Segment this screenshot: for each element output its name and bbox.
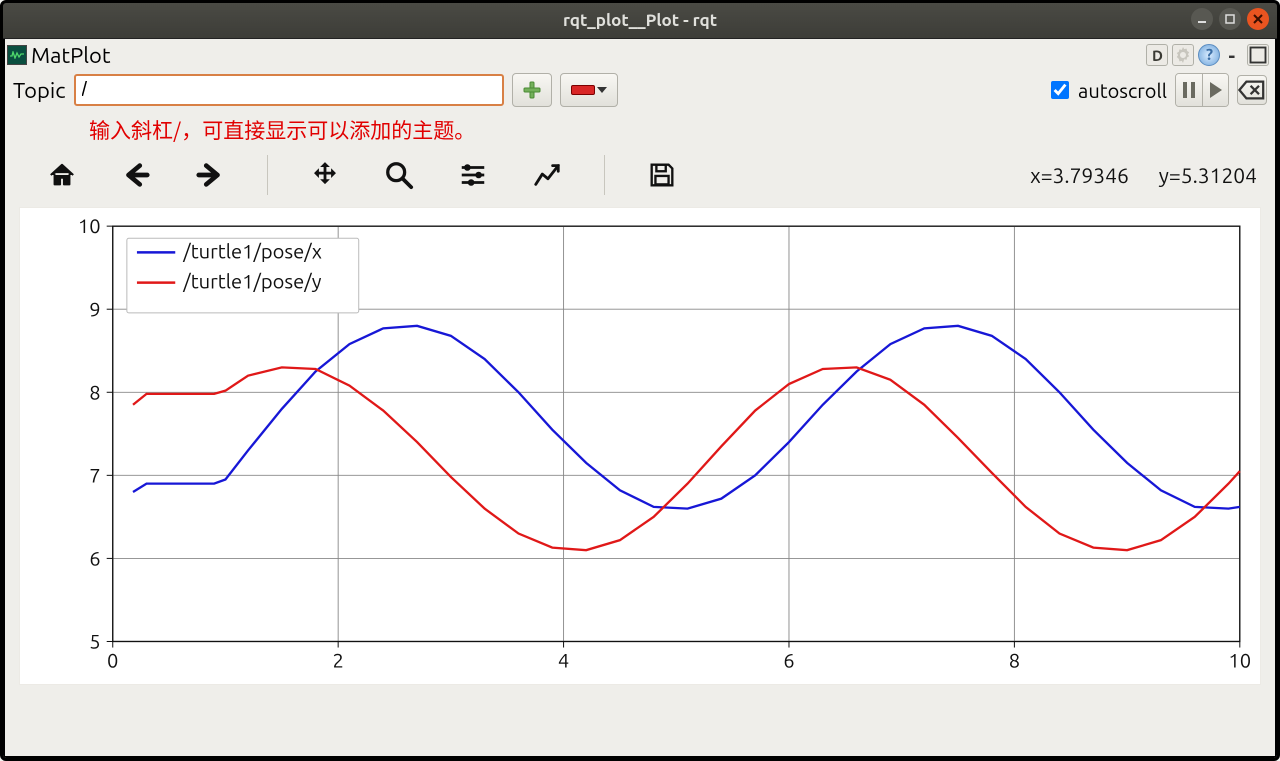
svg-text:8: 8 — [1009, 649, 1020, 672]
move-icon — [310, 160, 340, 190]
home-icon — [47, 160, 77, 190]
svg-text:5: 5 — [89, 630, 100, 653]
svg-text:6: 6 — [783, 649, 794, 672]
dock-button[interactable]: D — [1146, 44, 1168, 66]
plugin-header: MatPlot D ? - — [5, 39, 1275, 71]
svg-text:4: 4 — [558, 649, 569, 672]
undock-icon — [1248, 45, 1268, 65]
topic-toolbar: Topic autoscroll — [5, 71, 1275, 109]
plus-icon — [522, 80, 542, 100]
toolbar-separator — [604, 155, 605, 195]
undock-button[interactable] — [1247, 44, 1269, 66]
svg-text:0: 0 — [107, 649, 118, 672]
zoom-icon — [384, 160, 414, 190]
topic-label: Topic — [13, 78, 66, 103]
minimize-window-button[interactable] — [1191, 8, 1213, 30]
cursor-y-readout: y=5.31204 — [1159, 163, 1257, 187]
chart-line-icon — [532, 160, 562, 190]
resume-button[interactable] — [1202, 74, 1228, 106]
zoom-button[interactable] — [382, 158, 416, 192]
close-window-button[interactable] — [1247, 8, 1269, 30]
gear-icon — [1173, 45, 1193, 65]
autoscroll-toggle[interactable]: autoscroll — [1047, 78, 1167, 102]
matplot-icon — [7, 45, 27, 65]
svg-text:10: 10 — [1228, 649, 1251, 672]
dropdown-icon — [597, 87, 607, 93]
maximize-window-button[interactable] — [1219, 8, 1241, 30]
window-titlebar: rqt_plot__Plot - rqt — [3, 3, 1277, 39]
svg-text:7: 7 — [89, 463, 100, 486]
toolbar-separator — [267, 155, 268, 195]
header-separator: - — [1228, 44, 1235, 67]
sliders-icon — [458, 160, 488, 190]
application-window: rqt_plot__Plot - rqt MatPlot D ? — [0, 0, 1280, 761]
save-figure-button[interactable] — [645, 158, 679, 192]
svg-text:2: 2 — [332, 649, 343, 672]
window-title: rqt_plot__Plot - rqt — [563, 11, 717, 30]
plot-svg: 0 2 4 6 8 10 5 6 7 8 9 10/turtle1/pose/x/turtle1/po… — [20, 208, 1260, 690]
matplotlib-toolbar: x=3.79346 y=5.31204 — [5, 151, 1275, 199]
hint-annotation: 输入斜杠/，可直接显示可以添加的主题。 — [5, 109, 1275, 151]
svg-text:/turtle1/pose/y: /turtle1/pose/y — [182, 270, 321, 293]
settings-button[interactable] — [1172, 44, 1194, 66]
home-button[interactable] — [45, 158, 79, 192]
clear-icon — [1238, 76, 1266, 104]
pan-button[interactable] — [308, 158, 342, 192]
client-area: MatPlot D ? - Topic — [3, 39, 1277, 758]
arrow-left-icon — [121, 160, 151, 190]
topic-input[interactable] — [74, 74, 504, 106]
help-button[interactable]: ? — [1198, 44, 1220, 66]
cursor-x-readout: x=3.79346 — [1030, 163, 1129, 187]
autoscroll-label: autoscroll — [1078, 79, 1167, 102]
forward-button[interactable] — [193, 158, 227, 192]
autoscroll-checkbox[interactable] — [1051, 81, 1069, 99]
add-topic-button[interactable] — [512, 73, 552, 107]
save-icon — [647, 160, 677, 190]
svg-text:8: 8 — [89, 380, 100, 403]
svg-text:6: 6 — [89, 546, 100, 569]
pause-resume-group — [1175, 73, 1229, 107]
svg-text:/turtle1/pose/x: /turtle1/pose/x — [182, 239, 322, 262]
svg-text:10: 10 — [78, 214, 101, 237]
svg-text:9: 9 — [89, 297, 100, 320]
minus-icon — [571, 85, 595, 95]
edit-axes-button[interactable] — [530, 158, 564, 192]
plugin-title: MatPlot — [31, 43, 111, 68]
configure-subplots-button[interactable] — [456, 158, 490, 192]
plot-panel[interactable]: 0 2 4 6 8 10 5 6 7 8 9 10/turtle1/pose/x/turtle1/po… — [19, 207, 1261, 685]
arrow-right-icon — [195, 160, 225, 190]
clear-button[interactable] — [1237, 75, 1267, 105]
back-button[interactable] — [119, 158, 153, 192]
pause-button[interactable] — [1176, 74, 1202, 106]
remove-topic-button[interactable] — [560, 73, 618, 107]
